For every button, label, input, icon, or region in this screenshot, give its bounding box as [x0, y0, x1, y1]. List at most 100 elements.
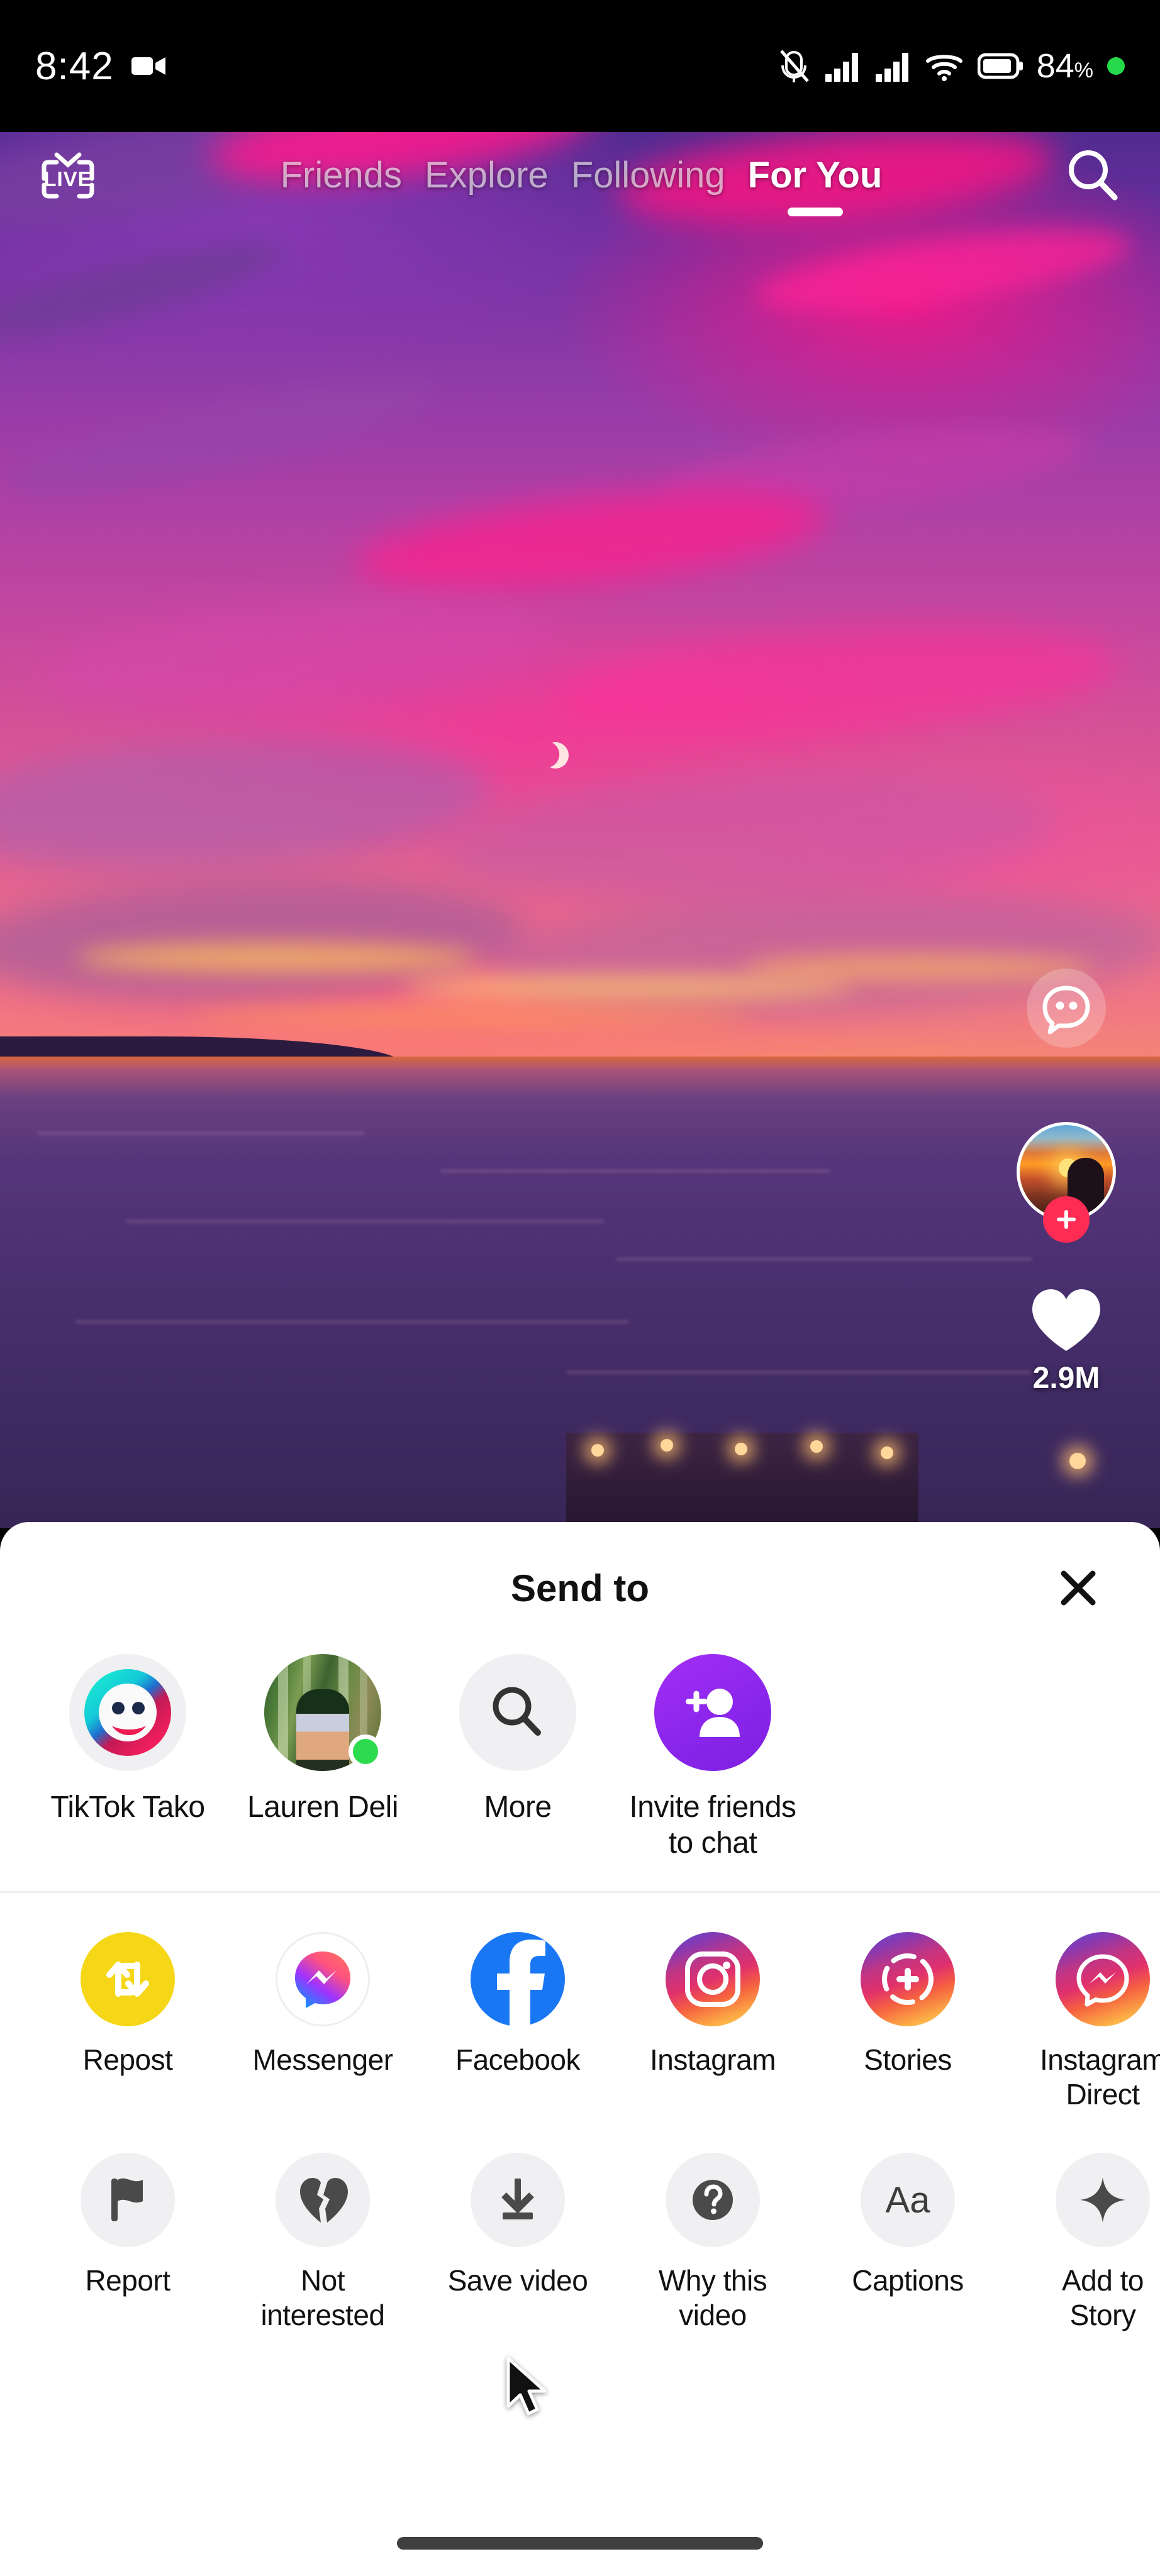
svg-text:LIVE: LIVE [43, 167, 92, 191]
flag-icon [111, 2178, 143, 2221]
status-icons: 84% [778, 47, 1125, 86]
share-repost[interactable]: Repost [30, 1932, 225, 2112]
signal-bars-2-icon [875, 53, 908, 82]
video-player[interactable] [0, 107, 1160, 1528]
broken-heart-icon [300, 2177, 348, 2223]
instagram-icon-bg [666, 1932, 760, 2027]
live-tv-icon: LIVE [42, 152, 94, 199]
question-mark-icon [693, 2179, 733, 2220]
share-app-label: Instagram [649, 2043, 776, 2077]
share-app-label: Messenger [252, 2043, 393, 2077]
share-sheet-title: Send to [511, 1567, 649, 1609]
search-button[interactable] [1062, 145, 1125, 208]
mouse-pointer-icon [505, 2356, 554, 2424]
tako-chat-bubble-icon [1042, 985, 1090, 1035]
more-button [459, 1654, 576, 1771]
cloud-glow [75, 943, 478, 972]
download-icon [501, 2178, 534, 2219]
top-navigation: LIVE Friends Explore Following For You [0, 132, 1160, 220]
share-apps-row: Repost Messenger Facebook Instagram Stor… [0, 1932, 1160, 2112]
action-captions[interactable]: Aa Captions [810, 2152, 1005, 2333]
contact-label: TikTok Tako [50, 1790, 205, 1824]
facebook-icon-bg [471, 1932, 565, 2027]
messenger-icon-bg [276, 1932, 370, 2027]
user-avatar [264, 1654, 382, 1771]
repost-icon [106, 1962, 149, 1997]
share-actions-row: Report Not interested Save video Why thi… [0, 2152, 1160, 2333]
action-add-to-story[interactable]: Add to Story [1005, 2152, 1160, 2333]
user-avatar-person [296, 1689, 349, 1771]
messenger-icon [295, 1951, 350, 2009]
contact-label: Lauren Deli [247, 1790, 398, 1824]
share-instagram[interactable]: Instagram [615, 1932, 810, 2112]
cloud-glow [189, 1006, 755, 1028]
cloud-glow [403, 975, 856, 1000]
action-save-video[interactable]: Save video [420, 2152, 615, 2333]
video-action-rail: 2.9M [994, 969, 1139, 1396]
share-stories[interactable]: Stories [810, 1932, 1005, 2112]
contact-tiktok-tako[interactable]: TikTok Tako [30, 1654, 225, 1861]
instagram-stories-icon-bg [861, 1932, 955, 2027]
close-icon [1061, 1570, 1096, 1606]
status-clock: 8:42 [35, 44, 114, 88]
like-button[interactable]: 2.9M [1027, 1285, 1105, 1396]
sheet-divider [0, 1891, 1160, 1894]
why-this-video-icon-bg [666, 2152, 760, 2247]
invite-friends-button [654, 1654, 771, 1771]
plus-icon [1057, 1210, 1076, 1229]
contact-more[interactable]: More [420, 1654, 615, 1861]
share-sheet-header: Send to [0, 1522, 1160, 1654]
instagram-direct-icon-bg [1056, 1932, 1150, 2027]
tab-for-you[interactable]: For You [748, 154, 883, 203]
tako-chat-bubble-button[interactable] [1027, 969, 1106, 1048]
save-video-icon-bg [471, 2152, 565, 2247]
live-button[interactable]: LIVE [35, 143, 101, 209]
pier-silhouette [566, 1433, 918, 1527]
action-label: Why this video [658, 2263, 767, 2331]
action-label: Add to Story [1062, 2263, 1144, 2331]
search-icon [1069, 150, 1118, 201]
feed-tabs: Friends Explore Following For You [101, 154, 1062, 203]
share-instagram-direct[interactable]: Instagram Direct [1005, 1932, 1160, 2112]
captions-icon-bg: Aa [861, 2152, 955, 2247]
instagram-direct-icon [1076, 1954, 1129, 2007]
shore-light [1069, 1453, 1086, 1469]
share-app-label: Stories [864, 2043, 952, 2077]
repost-icon-bg [81, 1932, 175, 2027]
online-status-dot [349, 1735, 382, 1768]
creator-avatar-wrap[interactable] [1017, 1122, 1116, 1243]
action-not-interested[interactable]: Not interested [225, 2152, 420, 2333]
tab-explore[interactable]: Explore [425, 154, 549, 203]
green-dot-indicator [1107, 57, 1125, 75]
contacts-row: TikTok Tako Lauren Deli More Invite frie… [0, 1654, 1160, 1861]
share-app-label: Instagram Direct [1039, 2043, 1160, 2111]
tako-avatar [69, 1654, 186, 1771]
contact-label: More [484, 1790, 552, 1824]
contact-label: Invite friends to chat [629, 1790, 796, 1860]
share-messenger[interactable]: Messenger [225, 1932, 420, 2112]
share-app-label: Facebook [455, 2043, 581, 2077]
tab-friends[interactable]: Friends [281, 154, 402, 203]
battery-icon [977, 53, 1023, 79]
action-label: Save video [447, 2263, 588, 2297]
svg-text:Aa: Aa [886, 2180, 931, 2221]
video-camera-icon [131, 57, 165, 75]
share-sheet: Send to TikTok Tako Lauren Deli More Inv… [0, 1522, 1160, 2576]
mute-icon [779, 50, 809, 82]
sparkle-star-icon [1080, 2177, 1125, 2223]
instagram-icon [685, 1951, 740, 2007]
close-button[interactable] [1048, 1558, 1108, 1618]
not-interested-icon-bg [276, 2152, 370, 2247]
contact-lauren-deli[interactable]: Lauren Deli [225, 1654, 420, 1861]
battery-percentage: 84% [1036, 47, 1093, 85]
action-report[interactable]: Report [30, 2152, 225, 2333]
add-person-icon [686, 1689, 740, 1737]
share-facebook[interactable]: Facebook [420, 1932, 615, 2112]
home-indicator [397, 2537, 763, 2550]
action-why-this-video[interactable]: Why this video [615, 2152, 810, 2333]
follow-plus-button[interactable] [1043, 1196, 1090, 1243]
contact-invite-friends[interactable]: Invite friends to chat [615, 1654, 810, 1861]
tab-following[interactable]: Following [571, 154, 725, 203]
heart-like-icon [1032, 1289, 1100, 1351]
text-aa-icon: Aa [886, 2180, 931, 2221]
